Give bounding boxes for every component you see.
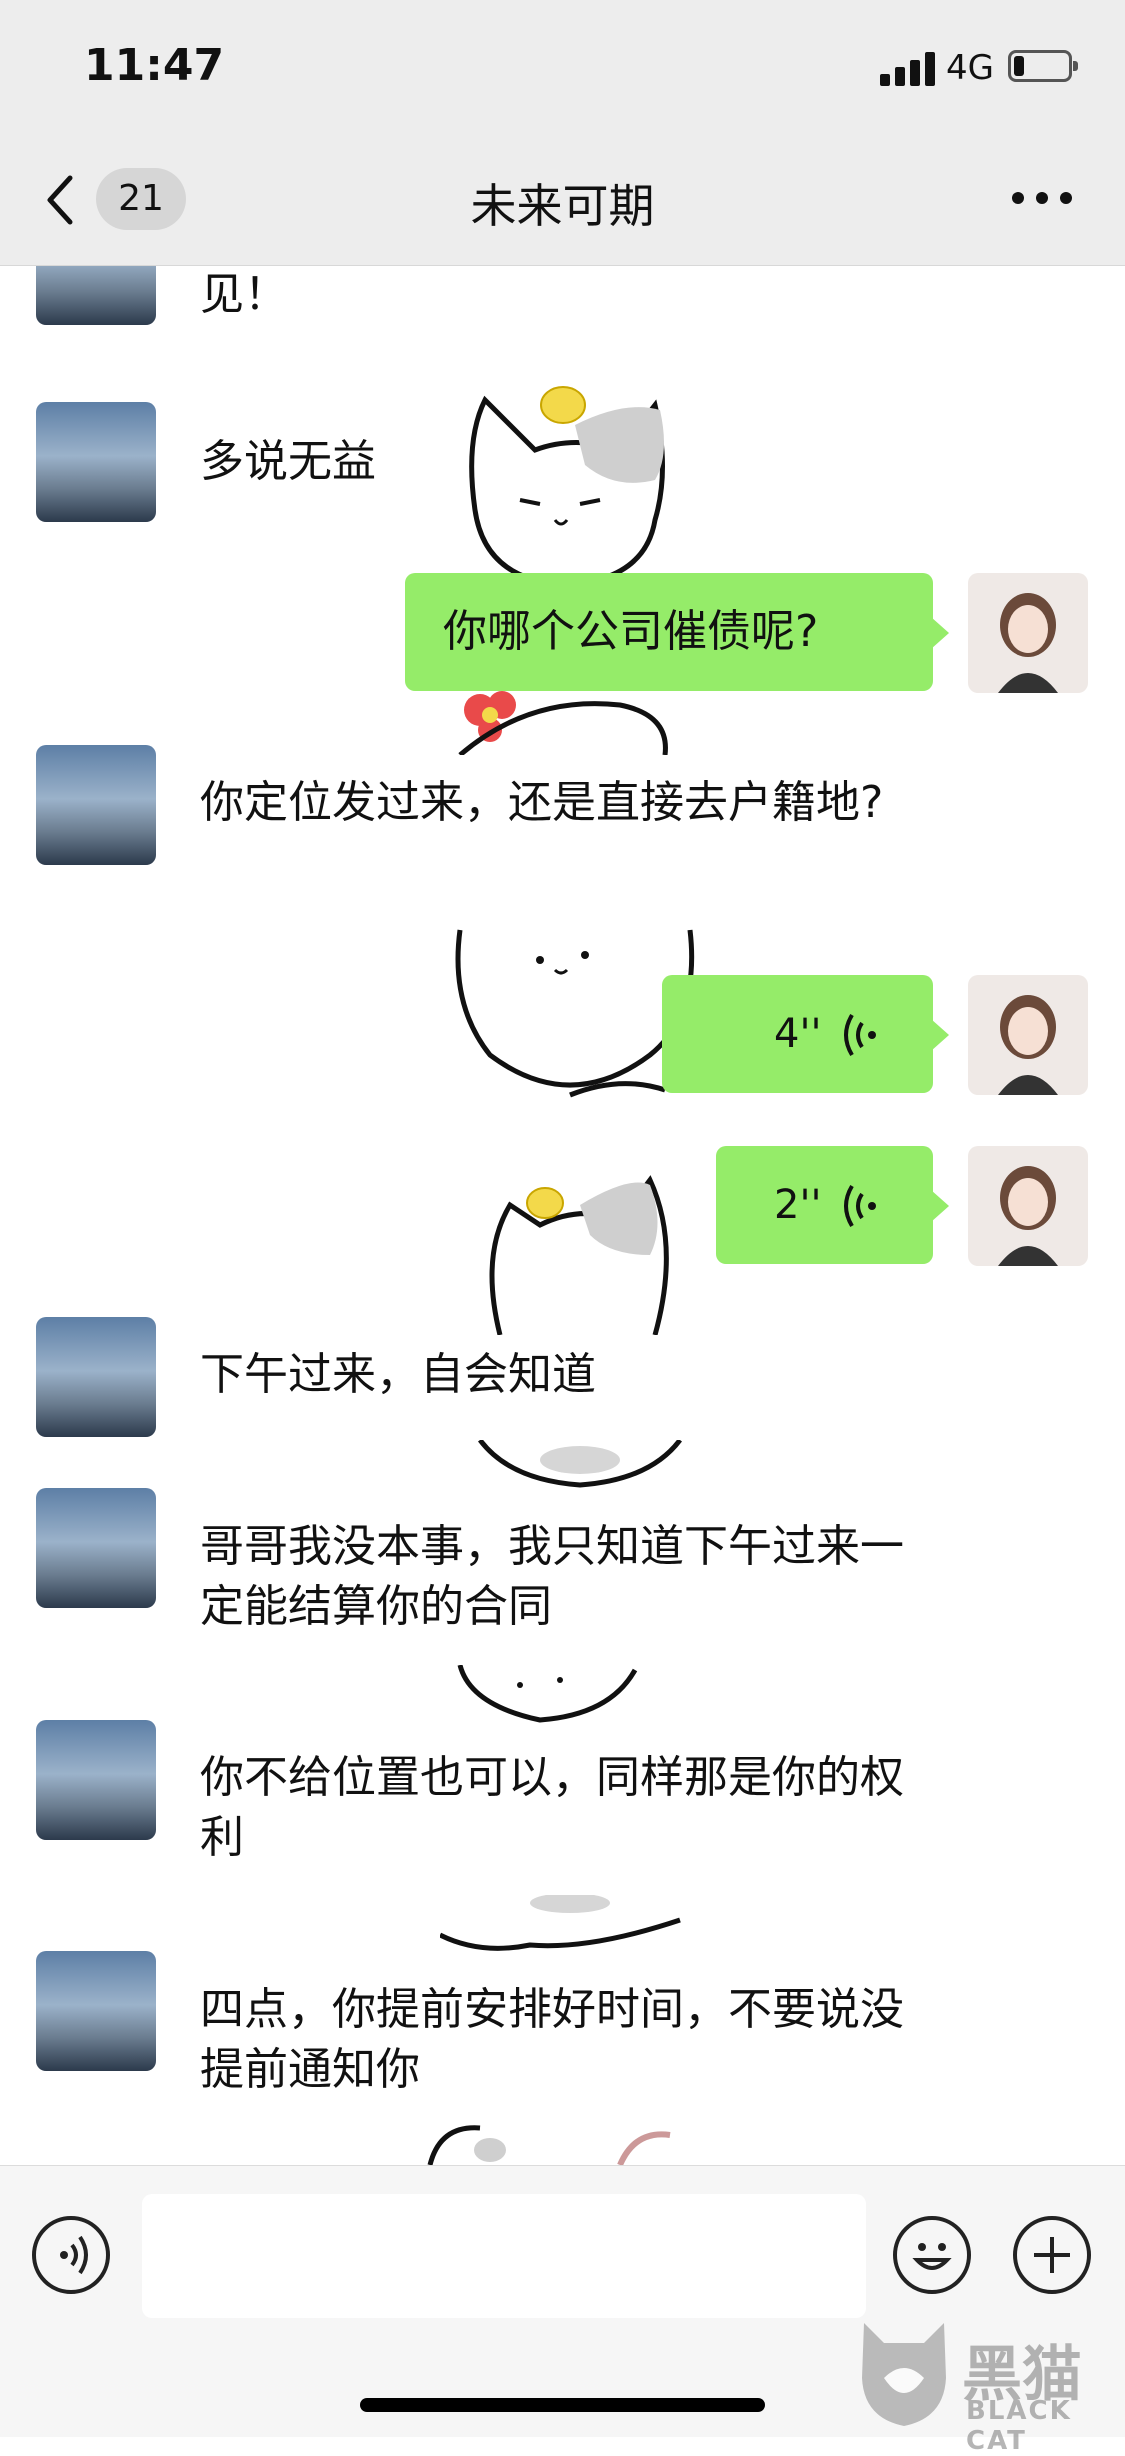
avatar-contact[interactable] bbox=[36, 1488, 156, 1608]
voice-input-button[interactable] bbox=[32, 2216, 110, 2294]
cat-sticker-6 bbox=[457, 1665, 638, 1723]
voice-duration: 4'' bbox=[774, 1011, 822, 1057]
avatar-contact[interactable] bbox=[36, 1317, 156, 1437]
chat-title: 未来可期 bbox=[470, 179, 655, 233]
watermark-sub: BLACK CAT bbox=[966, 2396, 1072, 2456]
message-text: 你定位发过来，还是直接去户籍地? bbox=[200, 777, 884, 828]
cat-sticker-7 bbox=[440, 1895, 681, 1951]
voice-message-bubble[interactable]: 2'' bbox=[716, 1146, 949, 1264]
plus-icon bbox=[1034, 2237, 1070, 2273]
black-cat-watermark: 黑猫 BLACK CAT bbox=[854, 2318, 1114, 2456]
cat-sticker-5 bbox=[478, 1440, 682, 1488]
top-bar: 11:47 4G 21 未来可期 bbox=[0, 0, 1125, 266]
message-text: 下午过来，自会知道 bbox=[200, 1349, 596, 1400]
smiley-icon bbox=[912, 2243, 952, 2270]
voice-message-bubble[interactable]: 4'' bbox=[662, 975, 949, 1093]
avatar-contact[interactable] bbox=[36, 402, 156, 522]
black-cat-logo-icon bbox=[862, 2323, 946, 2426]
avatar-contact[interactable] bbox=[36, 1720, 156, 1840]
avatar-contact[interactable] bbox=[36, 1951, 156, 2071]
message-text: 见！ bbox=[200, 269, 288, 320]
avatar-contact[interactable] bbox=[36, 265, 156, 325]
more-options-icon[interactable] bbox=[1012, 186, 1074, 210]
voice-wave-icon bbox=[60, 2235, 88, 2275]
status-time: 11:47 bbox=[84, 40, 225, 91]
avatar-self[interactable] bbox=[968, 573, 1088, 693]
avatar-self[interactable] bbox=[968, 975, 1088, 1095]
message-text: 你哪个公司催债呢? bbox=[443, 606, 819, 657]
girl-avatar-icon bbox=[998, 593, 1058, 693]
message-text: 哥哥我没本事，我只知道下午过来一定能结算你的合同 bbox=[200, 1521, 904, 1632]
add-attachment-button[interactable] bbox=[1013, 2216, 1091, 2294]
voice-duration: 2'' bbox=[774, 1182, 822, 1228]
message-bubble-self[interactable]: 你哪个公司催债呢? bbox=[405, 573, 949, 691]
girl-avatar-icon bbox=[998, 1166, 1058, 1266]
voice-wave-icon bbox=[844, 1013, 876, 1057]
avatar-self[interactable] bbox=[968, 1146, 1088, 1266]
network-label: 4G bbox=[946, 48, 994, 88]
voice-wave-icon bbox=[844, 1184, 876, 1228]
cat-sticker-4 bbox=[489, 1175, 669, 1335]
message-text: 你不给位置也可以，同样那是你的权利 bbox=[200, 1752, 904, 1863]
signal-icon bbox=[880, 52, 936, 86]
emoji-button[interactable] bbox=[893, 2216, 971, 2294]
message-input[interactable] bbox=[142, 2194, 866, 2318]
avatar-contact[interactable] bbox=[36, 745, 156, 865]
message-text: 四点，你提前安排好时间，不要说没提前通知你 bbox=[200, 1984, 904, 2095]
cat-sticker-8 bbox=[427, 2125, 671, 2165]
battery-icon bbox=[1008, 50, 1078, 82]
home-indicator[interactable] bbox=[360, 2398, 765, 2412]
message-text: 多说无益 bbox=[200, 436, 376, 487]
chat-area[interactable]: 见！ 多说无益 你哪个公司催债呢? 你定位发过来，还是直接去户籍地? 4'' 2… bbox=[0, 265, 1125, 2165]
girl-avatar-icon bbox=[998, 995, 1058, 1095]
